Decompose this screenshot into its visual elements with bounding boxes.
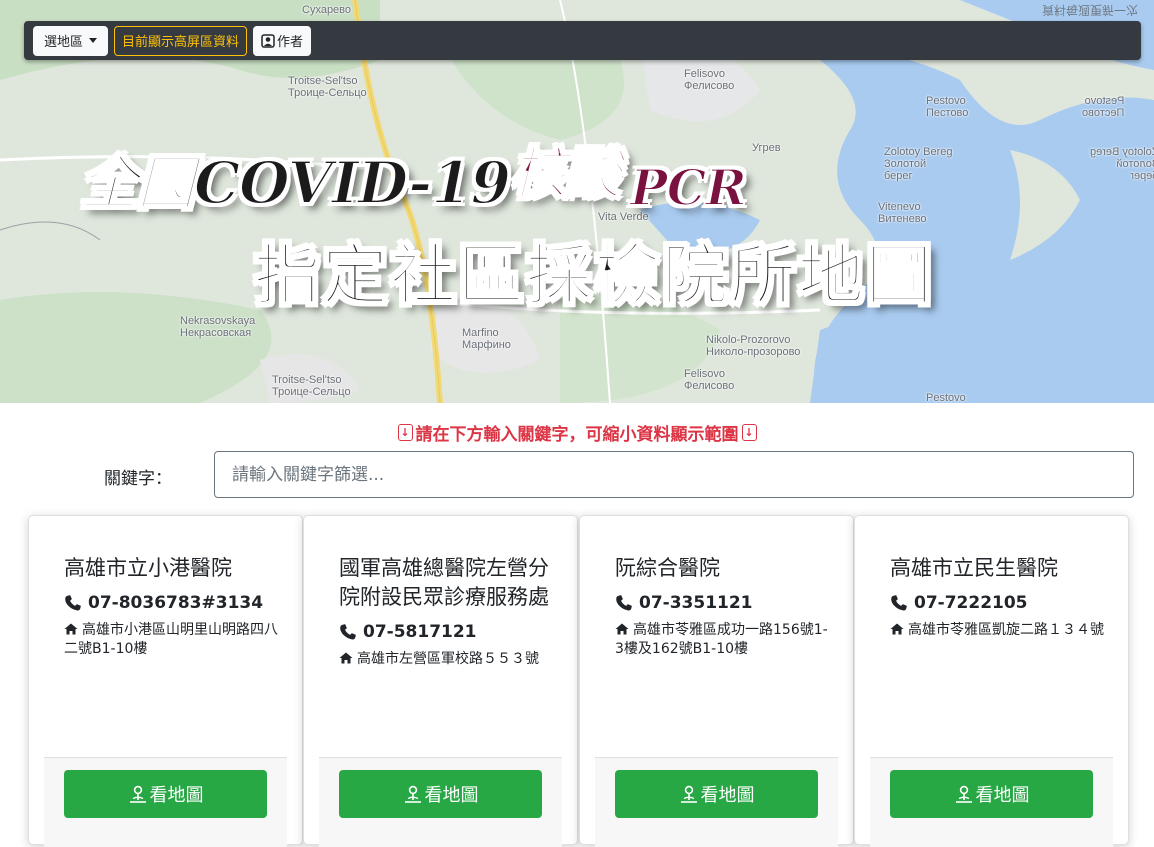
hospital-card: 阮綜合醫院 07-3351121 高雄市苓雅區成功一路156號1-3樓及162號… — [579, 515, 854, 847]
map-label: Marfino Марфино — [462, 327, 511, 351]
map-label: Felisovo Фелисово — [684, 368, 735, 392]
hospital-address: 高雄市小港區山明里山明路四八二號B1-10樓 — [64, 621, 282, 659]
card-footer: 看地圖 — [870, 757, 1113, 847]
hospital-card: 高雄市立小港醫院 07-8036783#3134 高雄市小港區山明里山明路四八二… — [28, 515, 303, 847]
region-dropdown-button[interactable]: 選地區 — [33, 25, 109, 56]
banner-title-pcr: PCR — [629, 157, 748, 218]
phone-number: 07-8036783#3134 — [88, 593, 264, 613]
hospital-name: 國軍高雄總醫院左營分院附設民眾診療服務處 — [339, 556, 549, 609]
update-note: 資料每週更新一次 — [1041, 3, 1138, 17]
view-map-label: 看地圖 — [700, 785, 755, 806]
hospital-phone[interactable]: 07-7222105 — [890, 593, 1108, 613]
map-label: Угрев — [752, 142, 781, 154]
hospital-name: 高雄市立小港醫院 — [64, 556, 232, 580]
arrow-down-icon: ↓ — [741, 424, 757, 441]
card-body: 國軍高雄總醫院左營分院附設民眾診療服務處 07-5817121 高雄市左營區軍校… — [339, 554, 557, 669]
map-pin-person-icon — [129, 785, 146, 803]
card-body: 高雄市立小港醫院 07-8036783#3134 高雄市小港區山明里山明路四八二… — [64, 554, 282, 659]
map-label: Pestovo — [926, 392, 966, 403]
map-label: Nikolo-Prozorovo Николо-прозорово — [706, 334, 801, 358]
view-map-button[interactable]: 看地圖 — [615, 770, 818, 818]
address-text: 高雄市小港區山明里山明路四八二號B1-10樓 — [64, 622, 278, 657]
current-region-button[interactable]: 目前顯示高屏區資料 — [114, 25, 248, 56]
map-label: Nekrasovskaya Некрасовская — [180, 315, 256, 339]
phone-icon — [616, 595, 632, 611]
view-map-button[interactable]: 看地圖 — [339, 770, 542, 818]
search-hint-text: 請在下方輸入關鍵字，可縮小資料顯示範圍 — [415, 425, 739, 445]
region-button-label: 選地區 — [44, 35, 84, 50]
phone-icon — [891, 595, 907, 611]
phone-number: 07-7222105 — [914, 593, 1028, 613]
address-text: 高雄市左營區軍校路５５３號 — [357, 651, 539, 667]
hospital-phone[interactable]: 07-3351121 — [615, 593, 833, 613]
arrow-down-icon: ↓ — [397, 424, 413, 441]
person-badge-icon — [261, 33, 275, 48]
map-label: Troitse-Sel'tso Троице-Сельцо — [272, 374, 351, 398]
card-footer: 看地圖 — [44, 757, 287, 847]
map-label: Zolotoy Bereg Золотой берег — [1090, 146, 1154, 182]
home-icon — [339, 652, 353, 664]
keyword-input[interactable] — [214, 451, 1134, 498]
address-text: 高雄市苓雅區凱旋二路１３４號 — [908, 622, 1104, 638]
map-label: Pestovo Пестово — [1082, 95, 1125, 119]
address-text: 高雄市苓雅區成功一路156號1-3樓及162號B1-10樓 — [615, 622, 828, 657]
banner-title-line1: 全國COVID-19核酸 PCR — [79, 136, 748, 220]
view-map-button[interactable]: 看地圖 — [890, 770, 1093, 818]
map-label: Zolotoy Bereg Золотой берег — [884, 146, 953, 182]
caret-down-icon — [89, 38, 98, 43]
search-hint: ↓ 請在下方輸入關鍵字，可縮小資料顯示範圍 ↓ — [0, 420, 1154, 445]
phone-icon — [340, 624, 356, 640]
hospital-address: 高雄市苓雅區凱旋二路１３４號 — [890, 621, 1108, 640]
hospital-phone[interactable]: 07-5817121 — [339, 622, 557, 642]
phone-number: 07-3351121 — [639, 593, 753, 613]
card-body: 阮綜合醫院 07-3351121 高雄市苓雅區成功一路156號1-3樓及162號… — [615, 554, 833, 659]
home-icon — [64, 623, 78, 635]
home-icon — [890, 623, 904, 635]
author-button[interactable]: 作者 — [253, 25, 312, 56]
hospital-phone[interactable]: 07-8036783#3134 — [64, 593, 282, 613]
keyword-label: 關鍵字： — [104, 469, 172, 489]
hero-banner: 資料每週更新一次 Сухарево Felisovo Фелисово Troi… — [0, 0, 1154, 403]
map-pin-person-icon — [680, 785, 697, 803]
author-button-label: 作者 — [277, 35, 304, 50]
hospital-name: 高雄市立民生醫院 — [890, 556, 1058, 580]
phone-number: 07-5817121 — [363, 622, 477, 642]
card-footer: 看地圖 — [595, 757, 838, 847]
banner-title-main: 全國COVID-19 — [79, 148, 512, 218]
map-label: Felisovo Фелисово — [684, 68, 735, 92]
banner-title-accent: 核酸 — [509, 140, 622, 208]
map-label: Pestovo Пестово — [926, 95, 969, 119]
hospital-card: 國軍高雄總醫院左營分院附設民眾診療服務處 07-5817121 高雄市左營區軍校… — [303, 515, 578, 847]
view-map-button[interactable]: 看地圖 — [64, 770, 267, 818]
view-map-label: 看地圖 — [424, 785, 479, 806]
map-label: Сухарево — [302, 4, 352, 16]
top-navbar: 選地區 目前顯示高屏區資料 作者 — [24, 21, 1141, 60]
home-icon — [615, 623, 629, 635]
view-map-label: 看地圖 — [975, 785, 1030, 806]
hospital-card: 高雄市立民生醫院 07-7222105 高雄市苓雅區凱旋二路１３４號 看地圖 — [854, 515, 1129, 847]
map-pin-person-icon — [955, 785, 972, 803]
hospital-address: 高雄市苓雅區成功一路156號1-3樓及162號B1-10樓 — [615, 621, 833, 659]
banner-title-line2: 指定社區採檢院所地圖 — [253, 235, 934, 315]
card-body: 高雄市立民生醫院 07-7222105 高雄市苓雅區凱旋二路１３４號 — [890, 554, 1108, 640]
map-pin-person-icon — [404, 785, 421, 803]
card-footer: 看地圖 — [319, 757, 562, 847]
hospital-name: 阮綜合醫院 — [615, 556, 720, 580]
hospital-address: 高雄市左營區軍校路５５３號 — [339, 650, 557, 669]
map-label: Troitse-Sel'tso Троице-Сельцо — [288, 75, 367, 99]
view-map-label: 看地圖 — [149, 785, 204, 806]
phone-icon — [65, 595, 81, 611]
